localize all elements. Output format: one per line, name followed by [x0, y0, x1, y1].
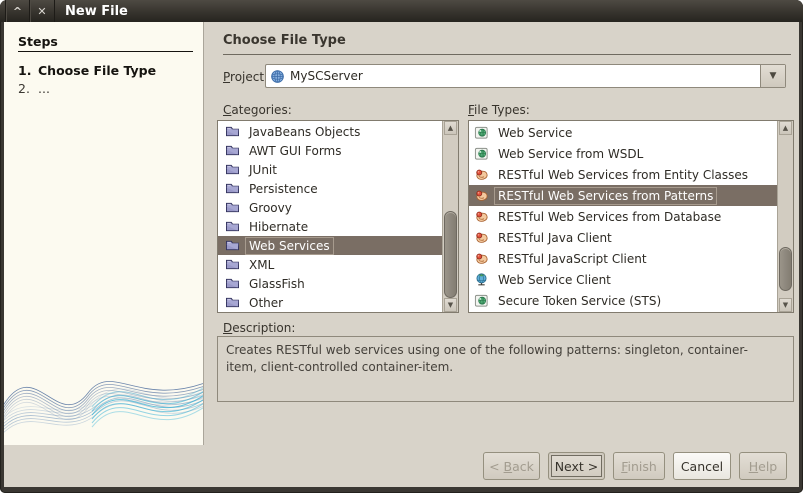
- folder-icon: [224, 144, 240, 157]
- web-service-icon: [473, 146, 489, 161]
- finish-button[interactable]: Finish: [613, 452, 665, 480]
- list-item[interactable]: RESTful Web Services from Entity Classes: [469, 164, 777, 185]
- folder-icon: [224, 125, 240, 138]
- dialog-body: Steps 1.Choose File Type 2....: [4, 22, 799, 487]
- list-item[interactable]: JUnit: [218, 160, 442, 179]
- web-service-icon: [473, 125, 489, 140]
- list-item[interactable]: JavaBeans Objects: [218, 122, 442, 141]
- new-file-dialog: ^ ✕ New File Steps 1.Choose File Type 2.…: [0, 0, 803, 493]
- project-combobox[interactable]: MySCServer ▼: [265, 64, 786, 88]
- shade-button[interactable]: ^: [5, 0, 30, 22]
- list-item[interactable]: Other: [218, 293, 442, 312]
- list-item[interactable]: RESTful Web Services from Database: [469, 206, 777, 227]
- folder-icon: [224, 182, 240, 195]
- list-item[interactable]: Secure Token Service (STS): [469, 290, 777, 311]
- rest-service-icon: [473, 188, 489, 203]
- back-button[interactable]: < Back: [483, 452, 540, 480]
- web-service-client-icon: [473, 272, 489, 287]
- steps-panel: Steps 1.Choose File Type 2....: [4, 22, 204, 445]
- rest-service-icon: [473, 230, 489, 245]
- list-item[interactable]: RESTful Java Client: [469, 227, 777, 248]
- rest-service-icon: [473, 167, 489, 182]
- page-title: Choose File Type: [223, 33, 346, 48]
- project-value: MySCServer: [290, 69, 363, 83]
- list-item-selected[interactable]: RESTful Web Services from Patterns: [469, 185, 793, 206]
- list-item[interactable]: Hibernate: [218, 217, 442, 236]
- file-types-list: Web Service Web Service from WSDL RESTfu…: [468, 120, 794, 313]
- close-icon: ✕: [37, 5, 46, 18]
- folder-icon: [224, 239, 240, 252]
- combo-dropdown-button[interactable]: ▼: [760, 65, 785, 87]
- list-item[interactable]: Groovy: [218, 198, 442, 217]
- list-item-selected[interactable]: Web Services: [218, 236, 458, 255]
- categories-list: JavaBeans Objects AWT GUI Forms JUnit Pe…: [217, 120, 459, 313]
- folder-icon: [224, 220, 240, 233]
- rest-service-icon: [473, 209, 489, 224]
- folder-icon: [224, 163, 240, 176]
- scrollbar-thumb[interactable]: [779, 247, 792, 291]
- file-types-label: File Types:: [468, 103, 530, 117]
- button-bar: < Back Next > Finish Cancel Help: [4, 445, 799, 487]
- globe-icon: [270, 69, 285, 84]
- scrollbar-thumb[interactable]: [444, 211, 457, 298]
- step-item-2: 2....: [18, 81, 50, 96]
- next-button[interactable]: Next >: [548, 452, 605, 480]
- scroll-down-icon[interactable]: ▼: [779, 298, 792, 312]
- help-button[interactable]: Help: [739, 452, 787, 480]
- folder-icon: [224, 201, 240, 214]
- list-item[interactable]: Web Service from WSDL: [469, 143, 777, 164]
- description-label: Description:: [223, 321, 295, 335]
- decorative-wave-graphic: [4, 337, 204, 445]
- folder-icon: [224, 296, 240, 309]
- list-item[interactable]: XML: [218, 255, 442, 274]
- categories-scrollbar[interactable]: ▲ ▼: [442, 121, 458, 312]
- categories-label: Categories:: [223, 103, 292, 117]
- step-item-1: 1.Choose File Type: [18, 63, 156, 78]
- steps-heading: Steps: [18, 34, 58, 49]
- scroll-down-icon[interactable]: ▼: [444, 298, 457, 312]
- cancel-button[interactable]: Cancel: [673, 452, 731, 480]
- secure-token-icon: [473, 293, 489, 308]
- project-label: Project:: [223, 70, 268, 84]
- folder-icon: [224, 277, 240, 290]
- list-item[interactable]: RESTful JavaScript Client: [469, 248, 777, 269]
- titlebar[interactable]: ^ ✕ New File: [0, 0, 803, 22]
- description-box: Creates RESTful web services using one o…: [217, 336, 794, 402]
- shade-icon: ^: [13, 5, 22, 18]
- list-item[interactable]: GlassFish: [218, 274, 442, 293]
- list-item[interactable]: Persistence: [218, 179, 442, 198]
- main-panel: Choose File Type Project: MySCServer ▼ C…: [205, 22, 799, 445]
- scroll-up-icon[interactable]: ▲: [779, 121, 792, 135]
- list-item[interactable]: AWT GUI Forms: [218, 141, 442, 160]
- folder-icon: [224, 258, 240, 271]
- list-item[interactable]: Web Service: [469, 122, 777, 143]
- description-text: Creates RESTful web services using one o…: [226, 342, 771, 377]
- heading-rule: [223, 54, 791, 55]
- steps-rule: [18, 51, 193, 52]
- rest-service-icon: [473, 251, 489, 266]
- close-button[interactable]: ✕: [30, 0, 55, 22]
- list-item[interactable]: Web Service Client: [469, 269, 777, 290]
- scroll-up-icon[interactable]: ▲: [444, 121, 457, 135]
- file-types-scrollbar[interactable]: ▲ ▼: [777, 121, 793, 312]
- window-title: New File: [65, 0, 128, 22]
